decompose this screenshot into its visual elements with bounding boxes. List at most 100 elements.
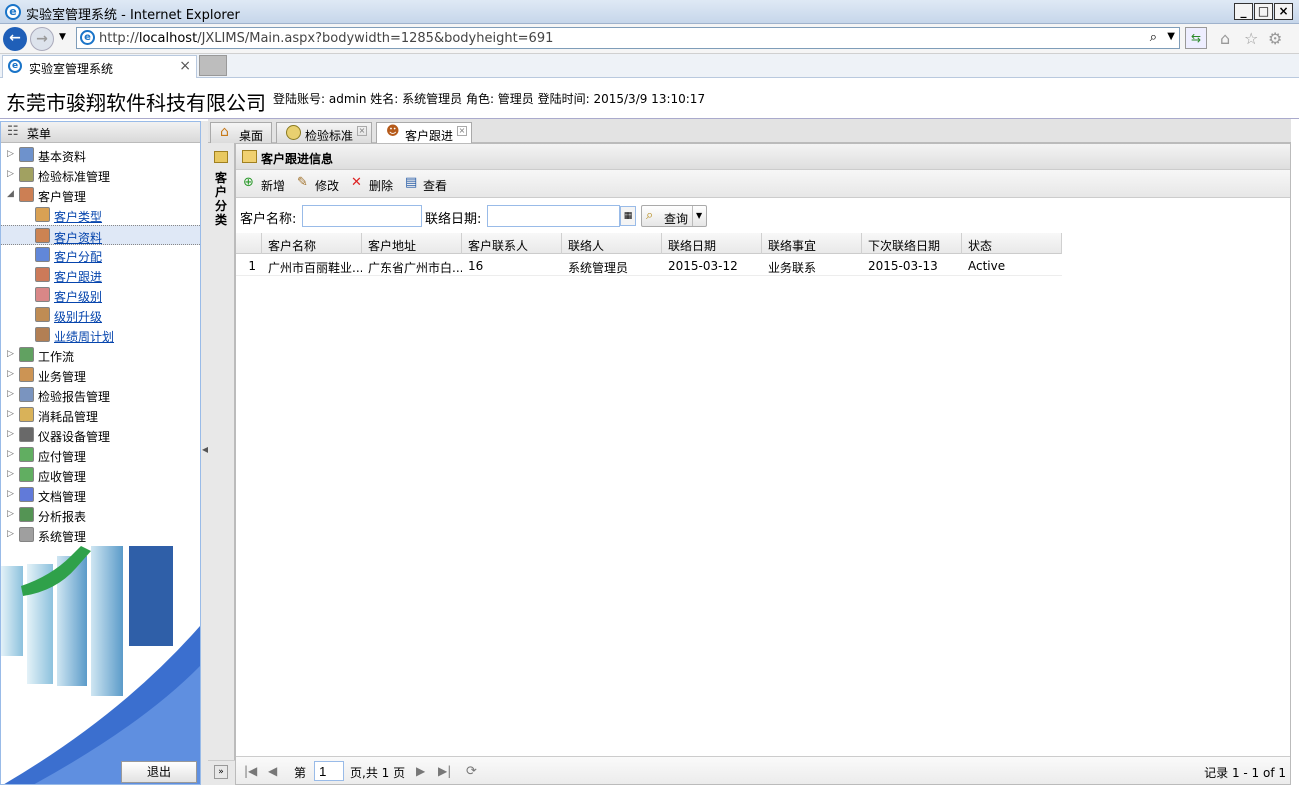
- sidebar-item[interactable]: 级别升级: [1, 305, 200, 325]
- expand-arrow-icon[interactable]: ▷: [7, 169, 14, 179]
- sidebar-item[interactable]: ▷ 分析报表: [1, 505, 200, 525]
- expand-arrow-icon[interactable]: ▷: [7, 529, 14, 539]
- column-header[interactable]: 联络人: [562, 233, 662, 254]
- sidebar-item[interactable]: 客户类型: [1, 205, 200, 225]
- new-tab-button[interactable]: [199, 55, 227, 76]
- window-title-bar: e 实验室管理系统 - Internet Explorer _ □ ×: [0, 0, 1299, 24]
- tab-close-icon[interactable]: ×: [357, 126, 367, 136]
- close-window-button[interactable]: ×: [1274, 3, 1293, 20]
- settings-gear-icon[interactable]: ⚙: [1268, 29, 1282, 48]
- favorites-star-icon[interactable]: ☆: [1244, 29, 1258, 48]
- tab-customer-followup[interactable]: ☻ 客户跟进 ×: [376, 122, 472, 144]
- sidebar-item[interactable]: ◢ 客户管理: [1, 185, 200, 205]
- table-cell: 2015-03-13: [868, 259, 938, 273]
- next-page-icon[interactable]: ▶: [416, 764, 425, 778]
- column-header[interactable]: 客户名称: [262, 233, 362, 254]
- minimize-button[interactable]: _: [1234, 3, 1253, 20]
- expand-arrow-icon[interactable]: ▷: [7, 429, 14, 439]
- sidebar-item-label: 分析报表: [38, 510, 87, 524]
- sidebar-item[interactable]: 业绩周计划: [1, 325, 200, 345]
- query-dropdown-icon[interactable]: ▼: [696, 211, 702, 220]
- page-label: 第: [294, 766, 307, 780]
- sidebar-item[interactable]: 客户分配: [1, 245, 200, 265]
- panel-header: 客户跟进信息: [236, 144, 1290, 170]
- column-header[interactable]: 联络事宜: [762, 233, 862, 254]
- column-header[interactable]: 联络日期: [662, 233, 762, 254]
- expand-arrow-icon[interactable]: ▷: [7, 469, 14, 479]
- column-header[interactable]: 客户联系人: [462, 233, 562, 254]
- sidebar-item[interactable]: ▷ 检验报告管理: [1, 385, 200, 405]
- sidebar-item[interactable]: 客户级别: [1, 285, 200, 305]
- sidebar-item[interactable]: ▷ 应付管理: [1, 445, 200, 465]
- expand-arrow-icon[interactable]: ▷: [7, 349, 14, 359]
- search-icon[interactable]: ⌕: [1150, 30, 1157, 45]
- browser-tab-close-icon[interactable]: ×: [179, 58, 191, 74]
- customer-category-panel[interactable]: 客户分类: [208, 143, 235, 785]
- collapse-arrow-icon[interactable]: ◢: [7, 189, 14, 199]
- table-row[interactable]: 1 广州市百丽鞋业... 广东省广州市白... 16 系统管理员 2015-03-12 业务…: [236, 255, 1062, 276]
- expand-arrow-icon[interactable]: ▷: [7, 449, 14, 459]
- sidebar-item[interactable]: ▷ 应收管理: [1, 465, 200, 485]
- view-icon: ▤: [405, 175, 418, 190]
- forward-button[interactable]: →: [30, 27, 54, 51]
- address-dropdown-icon[interactable]: ▼: [1167, 31, 1175, 42]
- sidebar-item[interactable]: 客户资料: [1, 225, 200, 245]
- home-icon[interactable]: ⌂: [1220, 29, 1230, 48]
- contact-date-input[interactable]: [487, 205, 620, 227]
- expand-category-button[interactable]: »: [208, 760, 235, 785]
- sidebar-item[interactable]: ▷ 工作流: [1, 345, 200, 365]
- expand-arrow-icon[interactable]: ▷: [7, 369, 14, 379]
- tab-close-icon[interactable]: ×: [457, 126, 467, 136]
- sidebar-item-label: 级别升级: [54, 310, 103, 324]
- customer-name-input[interactable]: [302, 205, 422, 227]
- menu-title: 菜单: [27, 127, 52, 141]
- sidebar-item[interactable]: ▷ 基本资料: [1, 145, 200, 165]
- tab-desktop[interactable]: ⌂ 桌面: [210, 122, 272, 143]
- expand-arrow-icon[interactable]: ▷: [7, 149, 14, 159]
- expand-arrow-icon[interactable]: ▷: [7, 389, 14, 399]
- address-bar[interactable]: e http://localhost/JXLIMS/Main.aspx?body…: [76, 27, 1180, 49]
- back-button[interactable]: ←: [3, 27, 27, 51]
- sidebar-item[interactable]: ▷ 业务管理: [1, 365, 200, 385]
- first-page-icon[interactable]: |◀: [244, 764, 257, 778]
- browser-nav-bar: ← → ▼ e http://localhost/JXLIMS/Main.asp…: [0, 24, 1299, 54]
- logout-button[interactable]: 退出: [121, 761, 197, 783]
- panel-splitter[interactable]: ◀: [201, 121, 208, 785]
- tab-favicon-icon: e: [8, 59, 22, 73]
- expand-arrow-icon[interactable]: ▷: [7, 509, 14, 519]
- expand-icon[interactable]: »: [214, 765, 228, 779]
- sidebar-item-label: 客户级别: [54, 290, 103, 304]
- column-header[interactable]: 状态: [962, 233, 1062, 254]
- column-header[interactable]: 客户地址: [362, 233, 462, 254]
- url-text[interactable]: http://localhost/JXLIMS/Main.aspx?bodywi…: [99, 31, 553, 46]
- history-dropdown-icon[interactable]: ▼: [59, 32, 66, 42]
- column-header[interactable]: 下次联络日期: [862, 233, 962, 254]
- prev-page-icon[interactable]: ◀: [268, 764, 277, 778]
- last-page-icon[interactable]: ▶|: [438, 764, 451, 778]
- sidebar-item[interactable]: ▷ 文档管理: [1, 485, 200, 505]
- sidebar-item[interactable]: 客户跟进: [1, 265, 200, 285]
- sidebar-item[interactable]: ▷ 检验标准管理: [1, 165, 200, 185]
- expand-arrow-icon[interactable]: ▷: [7, 409, 14, 419]
- menu-item-icon: [19, 147, 34, 162]
- maximize-button[interactable]: □: [1254, 3, 1273, 20]
- delete-icon: ✕: [351, 175, 362, 190]
- sidebar-item[interactable]: ▷ 系统管理: [1, 525, 200, 545]
- menu-item-icon: [35, 267, 50, 282]
- sidebar-item[interactable]: ▷ 仪器设备管理: [1, 425, 200, 445]
- menu-item-icon: [35, 247, 50, 262]
- refresh-icon[interactable]: ⟳: [466, 764, 477, 779]
- pager: |◀ ◀ 第 页,共 1 页 ▶ ▶| ⟳ 记录 1 - 1 of 1: [236, 756, 1290, 784]
- query-button[interactable]: ⌕ 查询 ▼: [641, 205, 707, 227]
- sidebar-item[interactable]: ▷ 消耗品管理: [1, 405, 200, 425]
- expand-arrow-icon[interactable]: ▷: [7, 489, 14, 499]
- menu-item-icon: [19, 447, 34, 462]
- ie-logo-icon: e: [5, 4, 21, 20]
- tab-inspection-standard[interactable]: 检验标准 ×: [276, 122, 372, 143]
- browser-tab[interactable]: e 实验室管理系统 ×: [2, 55, 197, 78]
- calendar-icon[interactable]: ▦: [620, 206, 636, 226]
- compat-view-icon[interactable]: ⇆: [1185, 27, 1207, 49]
- page-number-input[interactable]: [314, 761, 344, 781]
- menu-item-icon: [35, 307, 50, 322]
- folder-icon[interactable]: [214, 151, 228, 163]
